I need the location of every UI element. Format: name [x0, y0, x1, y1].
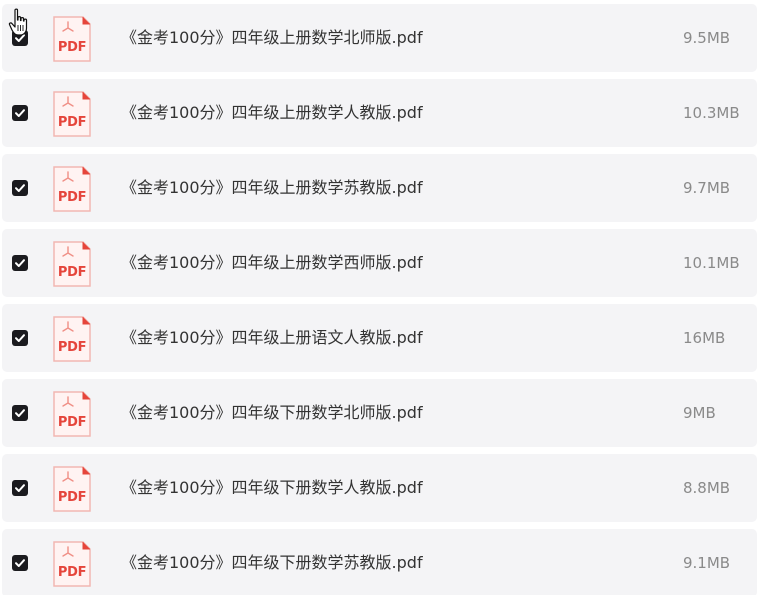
pdf-label: PDF [57, 40, 87, 55]
file-name[interactable]: 《金考100分》四年级上册数学苏教版.pdf [121, 178, 423, 198]
file-row[interactable]: PDF 《金考100分》四年级下册数学苏教版.pdf 9.1MB [2, 529, 757, 595]
file-size: 9MB [683, 404, 716, 422]
file-row[interactable]: PDF 《金考100分》四年级上册数学苏教版.pdf 9.7MB [2, 154, 757, 222]
file-row[interactable]: PDF 《金考100分》四年级上册数学北师版.pdf 9.5MB [2, 4, 757, 72]
file-name[interactable]: 《金考100分》四年级上册数学西师版.pdf [121, 253, 423, 273]
checkbox-checked-icon[interactable] [12, 330, 28, 346]
pdf-file-icon: PDF [52, 390, 92, 438]
pdf-label: PDF [57, 265, 87, 280]
file-size: 16MB [683, 329, 726, 347]
file-name[interactable]: 《金考100分》四年级下册数学苏教版.pdf [121, 553, 423, 573]
file-name[interactable]: 《金考100分》四年级上册数学人教版.pdf [121, 103, 423, 123]
file-size: 8.8MB [683, 479, 731, 497]
pdf-label: PDF [57, 340, 87, 355]
file-size: 9.5MB [683, 29, 731, 47]
file-row[interactable]: PDF 《金考100分》四年级上册数学西师版.pdf 10.1MB [2, 229, 757, 297]
file-name[interactable]: 《金考100分》四年级上册语文人教版.pdf [121, 328, 423, 348]
file-name[interactable]: 《金考100分》四年级下册数学北师版.pdf [121, 403, 423, 423]
checkbox-checked-icon[interactable] [12, 30, 28, 46]
file-size: 9.1MB [683, 554, 731, 572]
file-size: 10.3MB [683, 104, 740, 122]
pdf-file-icon: PDF [52, 165, 92, 213]
pdf-file-icon: PDF [52, 240, 92, 288]
file-row[interactable]: PDF 《金考100分》四年级上册语文人教版.pdf 16MB [2, 304, 757, 372]
file-row[interactable]: PDF 《金考100分》四年级下册数学人教版.pdf 8.8MB [2, 454, 757, 522]
checkbox-checked-icon[interactable] [12, 255, 28, 271]
file-name[interactable]: 《金考100分》四年级下册数学人教版.pdf [121, 478, 423, 498]
file-list: PDF 《金考100分》四年级上册数学北师版.pdf 9.5MB PDF 《金考… [0, 0, 757, 595]
checkbox-checked-icon[interactable] [12, 105, 28, 121]
pdf-file-icon: PDF [52, 15, 92, 63]
checkbox-checked-icon[interactable] [12, 480, 28, 496]
pdf-label: PDF [57, 565, 87, 580]
pdf-file-icon: PDF [52, 315, 92, 363]
file-name[interactable]: 《金考100分》四年级上册数学北师版.pdf [121, 28, 423, 48]
file-row[interactable]: PDF 《金考100分》四年级上册数学人教版.pdf 10.3MB [2, 79, 757, 147]
pdf-label: PDF [57, 190, 87, 205]
checkbox-checked-icon[interactable] [12, 555, 28, 571]
pdf-label: PDF [57, 415, 87, 430]
file-row[interactable]: PDF 《金考100分》四年级下册数学北师版.pdf 9MB [2, 379, 757, 447]
pdf-file-icon: PDF [52, 90, 92, 138]
pdf-label: PDF [57, 115, 87, 130]
pdf-file-icon: PDF [52, 465, 92, 513]
pdf-label: PDF [57, 490, 87, 505]
checkbox-checked-icon[interactable] [12, 180, 28, 196]
file-size: 9.7MB [683, 179, 731, 197]
pdf-file-icon: PDF [52, 540, 92, 588]
checkbox-checked-icon[interactable] [12, 405, 28, 421]
file-size: 10.1MB [683, 254, 740, 272]
